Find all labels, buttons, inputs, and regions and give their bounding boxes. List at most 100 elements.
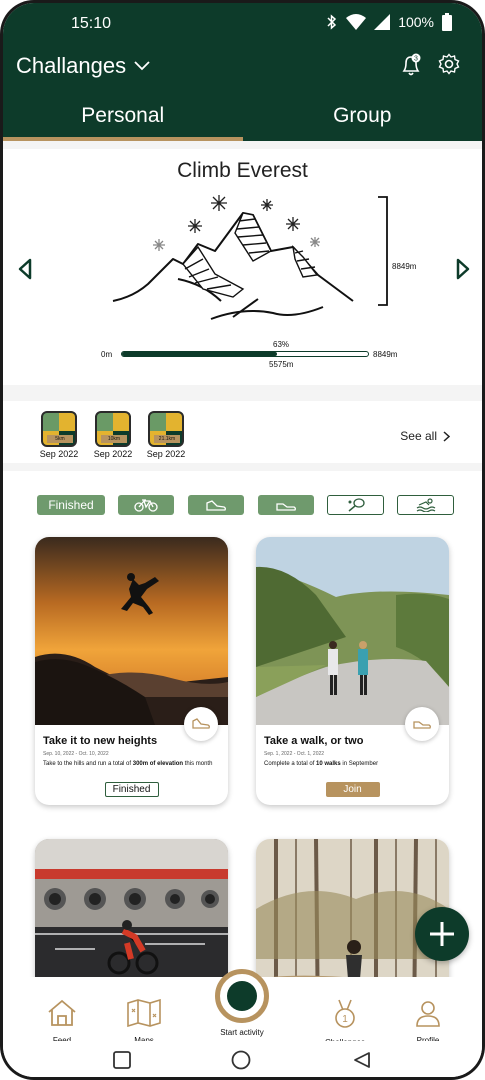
- challenges-badge-count: 1: [342, 1014, 348, 1025]
- climb-progress-bar: [121, 351, 369, 357]
- start-activity-button[interactable]: [215, 969, 269, 1023]
- finished-button[interactable]: Finished: [104, 782, 159, 797]
- see-all-link[interactable]: See all: [400, 429, 450, 443]
- running-shoe-icon: [192, 718, 210, 729]
- filter-tennis[interactable]: [327, 495, 384, 515]
- challenge-card-cycling[interactable]: [35, 839, 228, 977]
- status-icons: 100%: [326, 13, 452, 31]
- tab-personal-label: Personal: [81, 104, 165, 127]
- filter-finished[interactable]: Finished: [37, 495, 105, 515]
- badge-date: Sep 2022: [93, 449, 133, 459]
- challenge-card-forest[interactable]: [256, 839, 449, 977]
- filter-finished-label: Finished: [48, 498, 94, 512]
- phone-frame: 15:10 100% Challanges 3 Personal Group C…: [0, 0, 485, 1080]
- progress-current-label: 5575m: [269, 360, 294, 369]
- home-icon: [48, 999, 76, 1026]
- bottom-navigation: Feed Maps Start activity 1 Challenges Pr…: [3, 969, 482, 1047]
- tab-personal[interactable]: Personal: [3, 95, 243, 141]
- badge-tag: 5km: [47, 435, 73, 443]
- swimming-icon: [416, 498, 435, 512]
- height-label: 8849m: [392, 262, 417, 271]
- bluetooth-icon: [327, 14, 337, 30]
- badge-tag: 21.1km: [154, 435, 180, 443]
- card-description: Take to the hills and run a total of 300…: [43, 761, 213, 767]
- walking-shoe-badge: [405, 707, 439, 741]
- badge-item[interactable]: 5km Sep 2022: [34, 411, 84, 459]
- header-actions: 3: [400, 53, 460, 77]
- badges-row: 5km Sep 2022 10km Sep 2022 21.1km Sep 20…: [3, 401, 482, 463]
- tennis-icon: [348, 498, 365, 512]
- cycling-tunnel-image: [35, 839, 228, 977]
- challenge-title: Climb Everest: [177, 159, 308, 182]
- battery-icon: [442, 13, 452, 31]
- everest-illustration: [112, 195, 388, 320]
- nav-challenges[interactable]: 1 Challenges: [310, 999, 380, 1047]
- tab-bar: Personal Group: [3, 95, 482, 141]
- chevron-right-icon: [443, 430, 450, 442]
- back-triangle-icon[interactable]: [353, 1051, 371, 1069]
- progress-percent: 63%: [273, 340, 290, 349]
- screen: 15:10 100% Challanges 3 Personal Group C…: [3, 3, 482, 1077]
- badge-item[interactable]: 21.1km Sep 2022: [141, 411, 191, 459]
- badge-tag: 10km: [101, 435, 127, 443]
- card-dates: Sep. 1, 2022 - Oct. 1, 2022: [264, 751, 325, 757]
- filter-chips: Finished: [3, 471, 482, 531]
- chevron-down-icon: [134, 61, 150, 71]
- filter-swimming[interactable]: [397, 495, 454, 515]
- walking-shoe-icon: [276, 503, 296, 511]
- badge-icon: 5km: [41, 411, 77, 447]
- running-shoe-icon: [206, 500, 226, 511]
- see-all-label: See all: [400, 429, 437, 443]
- tab-group-label: Group: [333, 104, 392, 127]
- notification-bell-icon[interactable]: 3: [400, 53, 422, 77]
- filter-running[interactable]: [188, 495, 244, 515]
- sunset-runner-image: [35, 537, 228, 725]
- challenges-dropdown[interactable]: Challanges: [16, 53, 150, 79]
- status-time: 15:10: [71, 15, 112, 32]
- card-description: Complete a total of 10 walks in Septembe…: [264, 761, 379, 767]
- system-navigation-bar: [3, 1041, 482, 1077]
- recent-apps-icon[interactable]: [113, 1051, 131, 1069]
- tab-group[interactable]: Group: [243, 95, 483, 141]
- badge-date: Sep 2022: [39, 449, 79, 459]
- card-dates: Sep. 10, 2022 - Oct. 10, 2022: [43, 751, 109, 757]
- previous-challenge-icon[interactable]: [15, 257, 35, 281]
- nav-profile[interactable]: Profile: [393, 999, 463, 1045]
- plus-icon: [430, 922, 454, 946]
- walking-path-image: [256, 537, 449, 725]
- status-bar: 15:10 100%: [3, 3, 482, 41]
- nav-feed[interactable]: Feed: [27, 999, 97, 1045]
- challenge-card-walk[interactable]: Take a walk, or two Sep. 1, 2022 - Oct. …: [256, 537, 449, 805]
- battery-percent: 100%: [398, 14, 434, 30]
- badge-icon: 10km: [95, 411, 131, 447]
- filter-cycling[interactable]: [118, 495, 174, 515]
- badge-date: Sep 2022: [146, 449, 186, 459]
- page-title: Challanges: [16, 53, 127, 78]
- badge-item[interactable]: 10km Sep 2022: [88, 411, 138, 459]
- app-header: 15:10 100% Challanges 3 Personal Group: [3, 3, 482, 141]
- add-challenge-button[interactable]: [415, 907, 469, 961]
- settings-gear-icon[interactable]: [438, 53, 460, 75]
- climb-progress-fill: [122, 352, 277, 356]
- card-body: Take a walk, or two Sep. 1, 2022 - Oct. …: [256, 707, 449, 805]
- profile-icon: [416, 1001, 440, 1027]
- filter-walking[interactable]: [258, 495, 314, 515]
- join-button[interactable]: Join: [325, 782, 380, 797]
- signal-icon: [374, 14, 391, 30]
- bicycle-icon: [134, 499, 158, 512]
- progress-end-label: 8849m: [373, 350, 398, 359]
- wifi-icon: [346, 14, 367, 30]
- map-icon: [127, 998, 161, 1028]
- forest-runner-image: [256, 839, 449, 977]
- next-challenge-icon[interactable]: [453, 257, 473, 281]
- challenge-list: Take it to new heights Sep. 10, 2022 - O…: [3, 531, 482, 977]
- start-activity-label: Start activity: [220, 1028, 264, 1037]
- notification-count: 3: [414, 56, 418, 63]
- home-circle-icon[interactable]: [231, 1050, 251, 1070]
- nav-maps[interactable]: Maps: [109, 998, 179, 1045]
- challenge-card-heights[interactable]: Take it to new heights Sep. 10, 2022 - O…: [35, 537, 228, 805]
- walking-shoe-icon: [413, 721, 431, 729]
- running-shoe-badge: [184, 707, 218, 741]
- card-body: Take it to new heights Sep. 10, 2022 - O…: [35, 707, 228, 805]
- medal-icon: 1: [335, 999, 355, 1028]
